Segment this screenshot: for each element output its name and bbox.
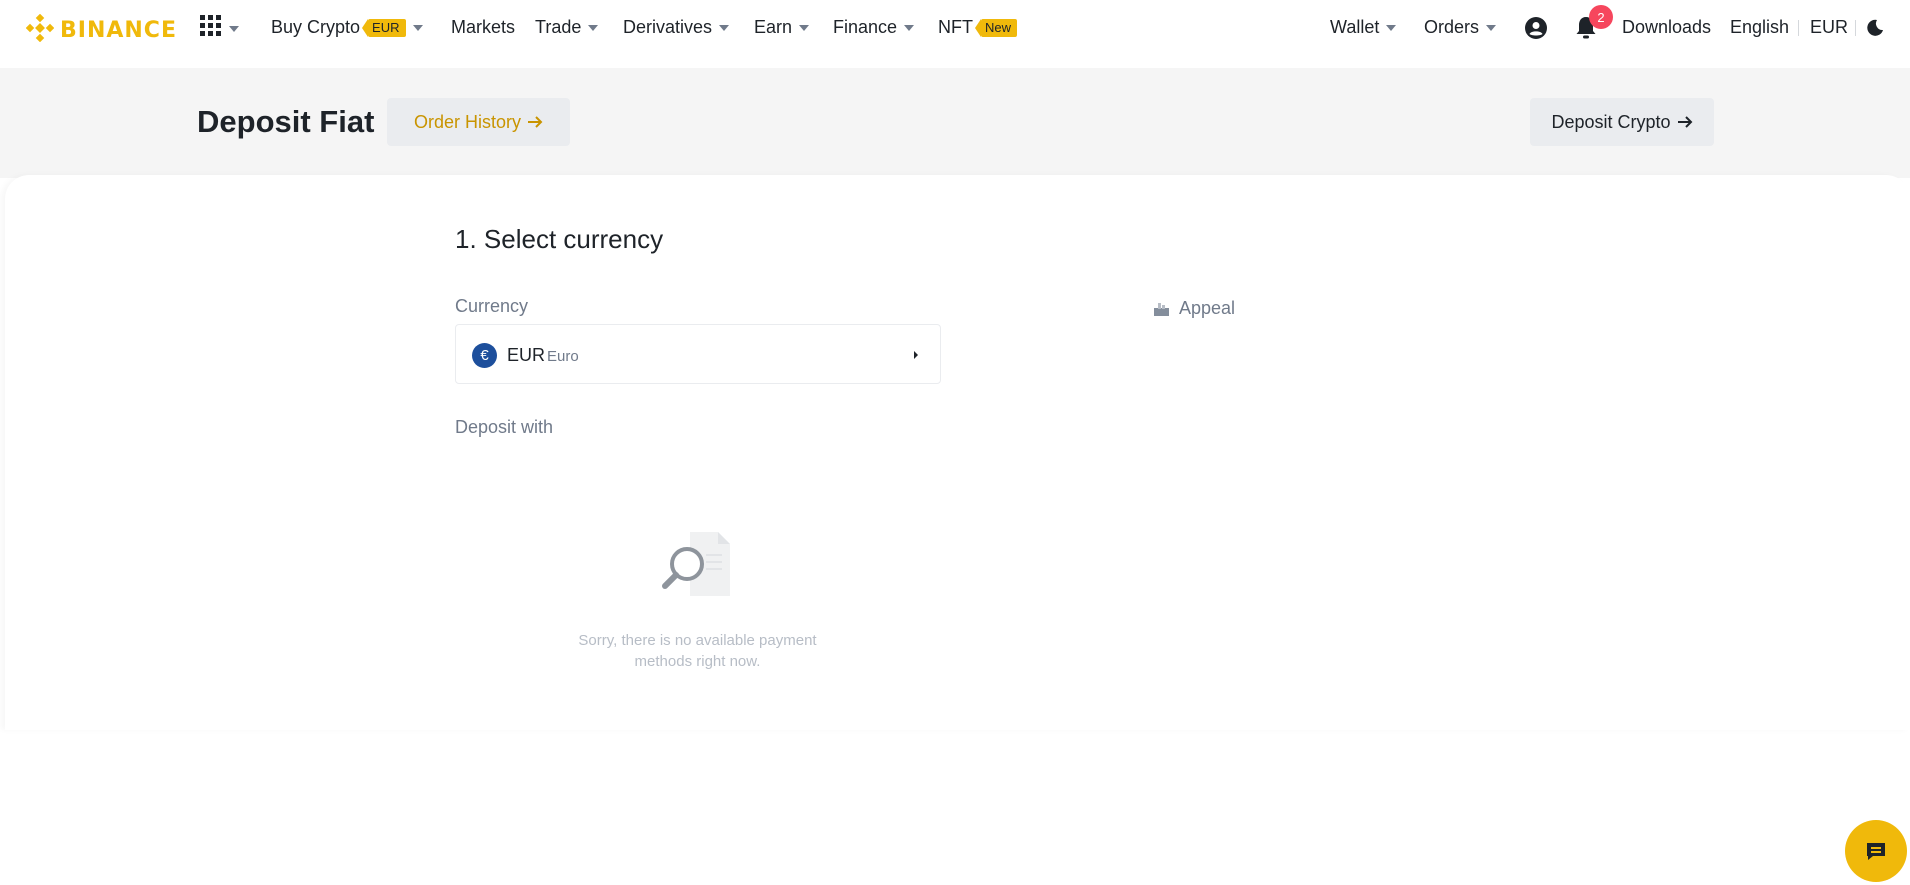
chat-button[interactable] xyxy=(1845,820,1907,882)
chevron-down-icon xyxy=(1486,24,1497,31)
chevron-down-icon xyxy=(904,24,915,31)
new-tag: New xyxy=(974,18,1018,37)
currency-code: EUR xyxy=(507,345,546,365)
nav-nft-label: NFT xyxy=(938,17,973,37)
nav-downloads[interactable]: Downloads xyxy=(1622,17,1711,38)
apps-menu[interactable] xyxy=(200,15,239,42)
page-title: Deposit Fiat xyxy=(197,104,375,139)
apps-grid-icon xyxy=(200,15,222,42)
nav-wallet-label: Wallet xyxy=(1330,17,1380,37)
order-history-label: Order History xyxy=(413,111,521,132)
chevron-down-icon xyxy=(588,24,599,31)
nav-wallet[interactable]: Wallet xyxy=(1330,17,1397,38)
binance-logo[interactable]: BINANCE xyxy=(25,13,177,47)
binance-logo-icon xyxy=(25,13,55,47)
moon-icon[interactable] xyxy=(1866,19,1884,37)
currency-label: Currency xyxy=(455,296,529,316)
deposit-crypto-label: Deposit Crypto xyxy=(1551,111,1671,132)
nav-nft[interactable]: NFT New xyxy=(938,17,1018,38)
appeal-icon xyxy=(1153,301,1170,317)
nav-buy-crypto[interactable]: Buy Crypto EUR xyxy=(271,17,423,38)
appeal-label: Appeal xyxy=(1179,298,1236,318)
nav-divider xyxy=(1855,20,1856,36)
top-nav: BINANCE Buy Crypto EUR Markets Trade Der… xyxy=(0,0,1910,58)
currency-name: Euro xyxy=(547,348,579,365)
euro-icon: € xyxy=(472,343,497,368)
chevron-down-icon xyxy=(1386,24,1397,31)
currency-tag: EUR xyxy=(361,18,406,37)
chevron-down-icon xyxy=(229,25,239,32)
chevron-down-icon xyxy=(799,24,810,31)
chevron-right-icon xyxy=(914,351,918,359)
order-history-button[interactable]: Order History xyxy=(387,98,570,146)
nav-orders[interactable]: Orders xyxy=(1424,17,1497,38)
user-icon[interactable] xyxy=(1524,16,1548,40)
empty-state-message: Sorry, there is no available payment met… xyxy=(578,632,817,670)
notification-badge: 2 xyxy=(1589,5,1613,29)
nav-divider xyxy=(1798,20,1799,36)
step-title: 1. Select currency xyxy=(455,224,664,254)
chat-icon xyxy=(1865,841,1887,861)
arrow-right-icon xyxy=(1677,115,1693,129)
nav-buy-crypto-label: Buy Crypto xyxy=(271,17,361,37)
nav-finance[interactable]: Finance xyxy=(833,17,915,38)
nav-trade-label: Trade xyxy=(535,17,582,37)
brand-name: BINANCE xyxy=(60,18,177,43)
deposit-crypto-button[interactable]: Deposit Crypto xyxy=(1530,98,1714,146)
nav-currency[interactable]: EUR xyxy=(1810,17,1848,38)
no-results-icon xyxy=(660,530,736,603)
nav-orders-label: Orders xyxy=(1424,17,1480,37)
deposit-card xyxy=(5,175,1910,730)
nav-earn[interactable]: Earn xyxy=(754,17,810,38)
arrow-right-icon xyxy=(527,115,543,129)
nav-trade[interactable]: Trade xyxy=(535,17,599,38)
chevron-down-icon xyxy=(719,24,730,31)
nav-derivatives-label: Derivatives xyxy=(623,17,713,37)
currency-select[interactable]: € EUR Euro xyxy=(455,324,941,384)
nav-earn-label: Earn xyxy=(754,17,793,37)
deposit-with-label: Deposit with xyxy=(455,417,554,437)
appeal-link[interactable]: Appeal xyxy=(1153,298,1235,319)
chevron-down-icon xyxy=(412,24,423,31)
nav-language[interactable]: English xyxy=(1730,17,1789,38)
nav-derivatives[interactable]: Derivatives xyxy=(623,17,730,38)
nav-finance-label: Finance xyxy=(833,17,898,37)
nav-markets[interactable]: Markets xyxy=(451,17,515,38)
